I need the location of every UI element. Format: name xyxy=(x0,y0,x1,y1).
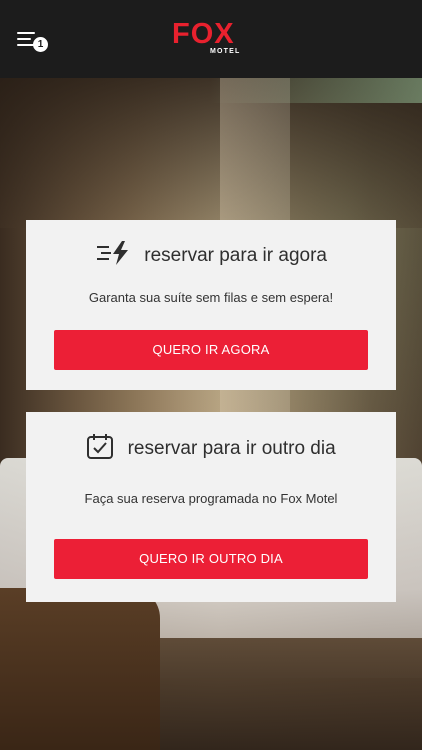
reserve-now-title: reservar para ir agora xyxy=(144,245,327,266)
reserve-now-subtitle: Garanta sua suíte sem filas e sem espera… xyxy=(88,290,334,305)
reserve-other-day-card: reservar para ir outro dia Faça sua rese… xyxy=(26,412,396,602)
top-bar: 1 FOX MOTEL xyxy=(0,0,422,78)
menu-button[interactable]: 1 xyxy=(17,30,51,54)
reserve-other-day-heading: reservar para ir outro dia xyxy=(26,432,396,466)
menu-icon xyxy=(17,32,35,34)
reserve-other-day-title: reservar para ir outro dia xyxy=(127,438,336,459)
go-now-button[interactable]: QUERO IR AGORA xyxy=(54,330,368,370)
reserve-now-card: reservar para ir agora Garanta sua suíte… xyxy=(26,220,396,390)
reserve-other-day-subtitle: Faça sua reserva programada no Fox Motel xyxy=(84,491,338,506)
reserve-now-heading: reservar para ir agora xyxy=(26,240,396,272)
calendar-check-icon xyxy=(86,432,114,466)
notification-badge: 1 xyxy=(33,37,48,52)
logo-text: FOX xyxy=(172,18,235,50)
fox-motel-logo: FOX MOTEL xyxy=(172,19,248,59)
lightning-speed-icon xyxy=(95,240,131,272)
go-other-day-button[interactable]: QUERO IR OUTRO DIA xyxy=(54,539,368,579)
logo-subtext: MOTEL xyxy=(210,48,241,55)
